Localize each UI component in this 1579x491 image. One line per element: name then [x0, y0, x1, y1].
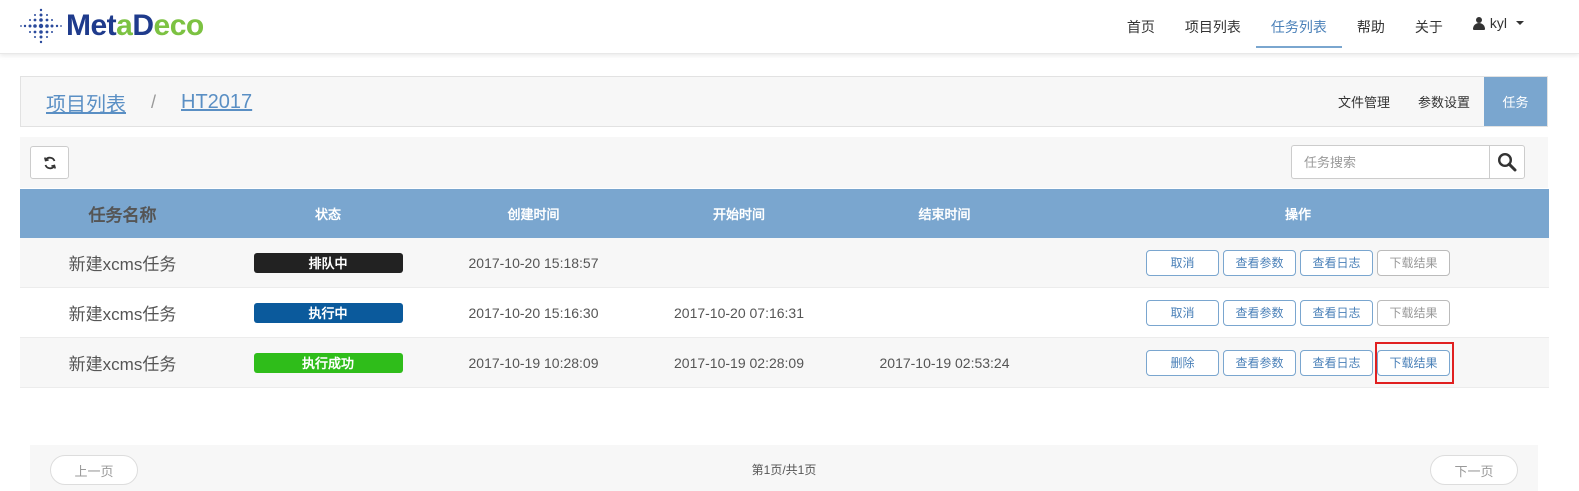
column-header-status: 状态 [314, 207, 341, 222]
project-subtabs: 文件管理 参数设置 任务 [1324, 77, 1547, 126]
download-results-button[interactable]: 下载结果 [1377, 299, 1450, 326]
task-search [1291, 145, 1525, 179]
view-log-button[interactable]: 查看日志 [1300, 299, 1373, 326]
tab-tasks[interactable]: 任务 [1484, 77, 1547, 126]
refresh-button[interactable] [30, 146, 69, 179]
column-header-started: 开始时间 [712, 207, 765, 222]
breadcrumb-project-link[interactable]: HT2017 [181, 91, 252, 114]
end-time: 2017-10-19 02:53:24 [879, 354, 1010, 371]
actions-cell: 取消 查看参数 查看日志 下载结果 [1047, 288, 1549, 337]
breadcrumb: 项目列表 / HT2017 [46, 77, 252, 128]
task-toolbar [20, 137, 1548, 188]
view-params-button[interactable]: 查看参数 [1223, 299, 1296, 326]
row-actions: 取消 查看参数 查看日志 下载结果 [1146, 249, 1450, 276]
row-actions: 删除 查看参数 查看日志 下载结果 [1146, 341, 1454, 384]
table-row: 新建xcms任务 排队中 2017-10-20 15:18:57 取消 查看参数… [20, 238, 1549, 288]
task-name: 新建xcms任务 [68, 305, 177, 324]
search-button[interactable] [1489, 145, 1525, 179]
status-badge: 执行成功 [253, 352, 403, 373]
top-navbar: MetaDeco 首页 项目列表 任务列表 帮助 关于 kyl [0, 0, 1579, 54]
task-table: 任务名称 状态 创建时间 开始时间 结束时间 操作 新建xcms任务 排队中 2… [20, 189, 1549, 388]
column-header-ended: 结束时间 [918, 207, 971, 222]
status-badge: 排队中 [253, 252, 403, 273]
task-search-input[interactable] [1291, 145, 1489, 179]
download-results-button[interactable]: 下载结果 [1377, 249, 1450, 276]
cancel-button[interactable]: 取消 [1146, 249, 1219, 276]
page-info: 第1页/共1页 [751, 463, 817, 477]
start-time: 2017-10-20 07:16:31 [674, 304, 804, 321]
status-badge: 执行中 [253, 302, 403, 323]
logo-mark-icon [20, 8, 62, 44]
task-name: 新建xcms任务 [68, 255, 177, 274]
status-cell: 执行成功 [225, 338, 431, 387]
tab-parameter-settings[interactable]: 参数设置 [1404, 77, 1484, 126]
status-cell: 执行中 [225, 288, 431, 337]
tab-file-management[interactable]: 文件管理 [1324, 77, 1404, 126]
row-actions: 取消 查看参数 查看日志 下载结果 [1146, 299, 1450, 326]
user-menu-content: kyl [1472, 15, 1524, 31]
magnifier-icon [1497, 152, 1517, 172]
brand-wordmark: MetaDeco [66, 9, 204, 42]
column-header-actions: 操作 [1284, 207, 1311, 222]
breadcrumb-separator: / [151, 92, 157, 112]
view-params-button[interactable]: 查看参数 [1223, 349, 1296, 376]
table-row: 新建xcms任务 执行成功 2017-10-19 10:28:09 2017-1… [20, 338, 1549, 388]
actions-cell: 取消 查看参数 查看日志 下载结果 [1047, 238, 1549, 287]
status-cell: 排队中 [225, 238, 431, 287]
column-header-name: 任务名称 [88, 206, 157, 225]
table-row: 新建xcms任务 执行中 2017-10-20 15:16:30 2017-10… [20, 288, 1549, 338]
user-menu[interactable]: kyl [1458, 0, 1539, 54]
user-name: kyl [1489, 15, 1507, 31]
nav-projects[interactable]: 项目列表 [1170, 0, 1256, 54]
created-time: 2017-10-20 15:16:30 [468, 304, 599, 321]
start-time [636, 238, 842, 287]
highlight-box [1375, 341, 1454, 384]
main-nav: 首页 项目列表 任务列表 帮助 关于 kyl [1112, 0, 1539, 54]
view-log-button[interactable]: 查看日志 [1300, 249, 1373, 276]
created-time: 2017-10-19 10:28:09 [468, 354, 599, 371]
breadcrumb-panel: 项目列表 / HT2017 文件管理 参数设置 任务 [20, 76, 1548, 127]
end-time [842, 288, 1047, 337]
nav-about[interactable]: 关于 [1400, 0, 1458, 54]
view-log-button[interactable]: 查看日志 [1300, 349, 1373, 376]
user-icon [1472, 16, 1485, 30]
pagination: 上一页 第1页/共1页 下一页 [30, 445, 1538, 491]
created-time: 2017-10-20 15:18:57 [468, 254, 599, 271]
view-params-button[interactable]: 查看参数 [1223, 249, 1296, 276]
start-time: 2017-10-19 02:28:09 [674, 354, 804, 371]
brand-logo[interactable]: MetaDeco [20, 6, 204, 46]
caret-down-icon [1516, 21, 1524, 25]
task-name: 新建xcms任务 [68, 355, 177, 374]
delete-button[interactable]: 删除 [1146, 349, 1219, 376]
column-header-created: 创建时间 [507, 207, 560, 222]
next-page-button[interactable]: 下一页 [1430, 455, 1518, 485]
refresh-icon [43, 156, 56, 169]
nav-home[interactable]: 首页 [1112, 0, 1170, 54]
cancel-button[interactable]: 取消 [1146, 299, 1219, 326]
nav-help[interactable]: 帮助 [1342, 0, 1400, 54]
table-header: 任务名称 状态 创建时间 开始时间 结束时间 操作 [20, 189, 1549, 238]
breadcrumb-projects-link[interactable]: 项目列表 [46, 88, 126, 117]
nav-tasks[interactable]: 任务列表 [1255, 0, 1342, 54]
end-time [842, 238, 1047, 287]
actions-cell: 删除 查看参数 查看日志 下载结果 [1047, 338, 1549, 387]
